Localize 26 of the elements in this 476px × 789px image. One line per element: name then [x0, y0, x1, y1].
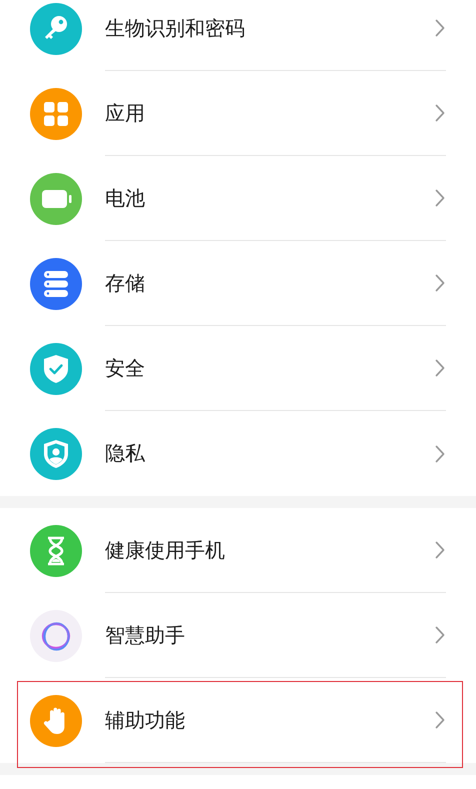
item-label: 隐私 — [105, 442, 145, 467]
settings-item[interactable]: 隐私 — [0, 411, 476, 496]
settings-item[interactable]: 存储 — [0, 241, 476, 326]
chevron-right-icon — [435, 104, 445, 122]
chevron-right-icon — [435, 711, 445, 729]
settings-item[interactable]: 智慧助手 — [0, 593, 476, 678]
chevron-right-icon — [435, 444, 445, 462]
settings-item[interactable]: 安全 — [0, 326, 476, 411]
settings-item[interactable]: 生物识别和密码 — [0, 0, 476, 71]
item-label: 辅助功能 — [105, 708, 185, 734]
item-label: 存储 — [105, 272, 145, 296]
item-label: 生物识别和密码 — [105, 16, 245, 42]
settings-item[interactable]: 健康使用手机 — [0, 508, 476, 593]
item-label: 应用 — [105, 102, 145, 126]
item-label: 智慧助手 — [105, 624, 185, 648]
item-label: 健康使用手机 — [105, 538, 225, 564]
chevron-right-icon — [435, 626, 445, 644]
item-label: 安全 — [105, 356, 145, 382]
chevron-right-icon — [435, 359, 445, 377]
chevron-right-icon — [435, 274, 445, 292]
chevron-right-icon — [435, 541, 445, 559]
item-label: 电池 — [105, 186, 145, 212]
chevron-right-icon — [435, 19, 445, 37]
settings-item[interactable]: 应用 — [0, 71, 476, 156]
settings-item[interactable]: 电池 — [0, 156, 476, 241]
chevron-right-icon — [435, 189, 445, 207]
